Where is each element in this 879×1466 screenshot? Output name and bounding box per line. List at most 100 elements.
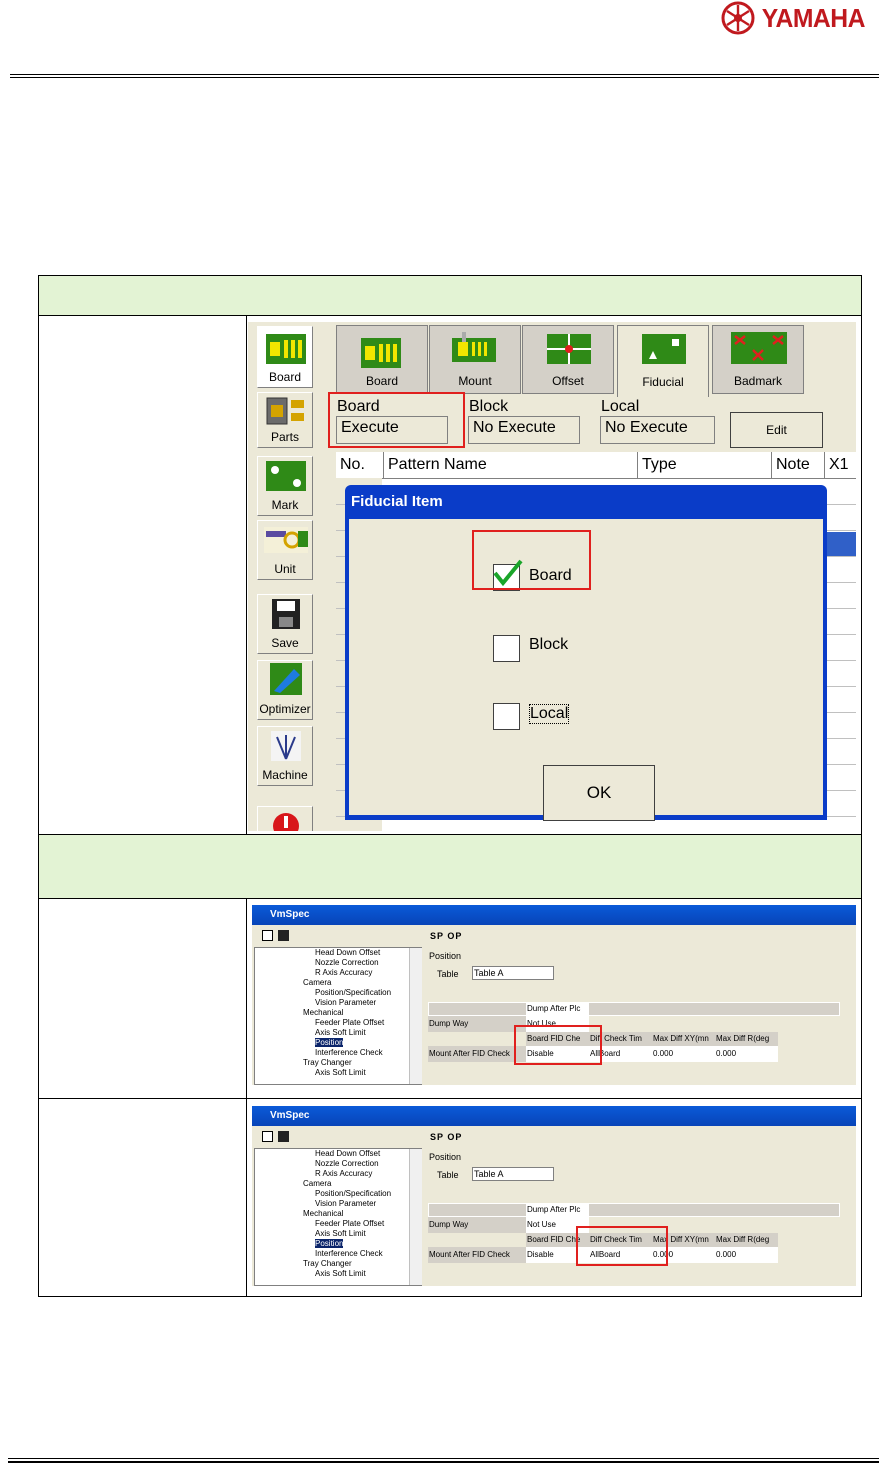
sidebar-optimizer-button[interactable]: Optimizer: [257, 660, 313, 720]
tab-badmark[interactable]: Badmark: [712, 325, 804, 394]
highlight-diff-check: [576, 1226, 668, 1266]
table-label: Table: [437, 1170, 459, 1180]
tree-item[interactable]: Feeder Plate Offset: [315, 1018, 384, 1027]
sidebar-label: Save: [271, 636, 299, 650]
new-file-icon[interactable]: [262, 1131, 273, 1142]
new-file-icon[interactable]: [262, 930, 273, 941]
max-diff-r-value[interactable]: 0.000: [715, 1247, 778, 1263]
tree-item[interactable]: R Axis Accuracy: [315, 968, 372, 977]
tree-item[interactable]: Mechanical: [303, 1209, 343, 1218]
tab-label: Offset: [552, 374, 584, 388]
table-label: Table: [437, 969, 459, 979]
tree-scrollbar[interactable]: [409, 948, 422, 1084]
tree-item-selected[interactable]: Position: [315, 1239, 344, 1248]
tree-item[interactable]: Tray Changer: [303, 1058, 352, 1067]
save-icon[interactable]: [278, 930, 289, 941]
tree-item[interactable]: Axis Soft Limit: [315, 1068, 366, 1077]
local-fid-label: Local: [601, 398, 640, 415]
local-checkbox-label: Local: [529, 704, 570, 724]
sidebar-machine-button[interactable]: Machine: [257, 726, 313, 786]
block-checkbox[interactable]: [493, 635, 520, 662]
tree-item[interactable]: Feeder Plate Offset: [315, 1219, 384, 1228]
sp-op-buttons[interactable]: SP OP: [430, 1126, 462, 1148]
tab-fiducial[interactable]: Fiducial: [617, 325, 709, 397]
table-select[interactable]: Table A: [472, 966, 554, 980]
dump-way-label: Dump Way: [428, 1217, 526, 1233]
save-icon[interactable]: [278, 1131, 289, 1142]
machine-icon: [271, 731, 301, 761]
sidebar-unit-button[interactable]: Unit: [257, 520, 313, 580]
block-checkbox-label: Block: [529, 636, 569, 653]
optimizer-icon: [270, 663, 302, 695]
vmspec-window-1: VmSpec SP OP Head Down Offset Nozzle Cor…: [252, 905, 856, 1085]
tree-item[interactable]: Nozzle Correction: [315, 958, 379, 967]
tree-item[interactable]: Position/Specification: [315, 988, 391, 997]
tree-item[interactable]: Axis Soft Limit: [315, 1229, 366, 1238]
tree-item[interactable]: Axis Soft Limit: [315, 1269, 366, 1278]
header-dump-after: Dump After Plc: [526, 1002, 589, 1016]
block-fid-value: No Execute: [468, 416, 580, 444]
sidebar-label: Mark: [271, 498, 299, 512]
header-rule: [10, 74, 879, 75]
header-max-diff-r: Max Diff R(deg: [715, 1032, 778, 1046]
highlight-board-field: [328, 392, 465, 448]
sidebar-parts-button[interactable]: Parts: [257, 392, 313, 448]
fiducial-settings-screenshot: Board Parts Mark Unit Save Optimizer Mac…: [248, 322, 856, 831]
tree-item[interactable]: Vision Parameter: [315, 998, 376, 1007]
sidebar-save-button[interactable]: Save: [257, 594, 313, 654]
header-dump-after: Dump After Plc: [526, 1203, 589, 1217]
tab-mount[interactable]: Mount: [429, 325, 521, 394]
brand-name: YAMAHA: [761, 2, 866, 33]
sidebar-label: Optimizer: [259, 702, 311, 716]
tree-item[interactable]: R Axis Accuracy: [315, 1169, 372, 1178]
local-checkbox[interactable]: [493, 703, 520, 730]
tree-item[interactable]: Tray Changer: [303, 1259, 352, 1268]
table-header-row-1: [39, 276, 861, 315]
settings-tree: Head Down Offset Nozzle Correction R Axi…: [254, 1148, 422, 1286]
tab-label: Board: [365, 374, 399, 388]
tree-item[interactable]: Position/Specification: [315, 1189, 391, 1198]
edit-button[interactable]: Edit: [730, 412, 823, 448]
settings-tree: Head Down Offset Nozzle Correction R Axi…: [254, 947, 422, 1085]
sidebar-label: Unit: [274, 562, 296, 576]
tree-scrollbar[interactable]: [409, 1149, 422, 1285]
mark-icon: [266, 461, 306, 491]
section-title: Position: [429, 951, 462, 961]
ok-button[interactable]: OK: [543, 765, 655, 821]
fiducial-icon: [642, 334, 686, 364]
tree-item[interactable]: Camera: [303, 1179, 331, 1188]
power-icon: [273, 813, 299, 831]
col-no: No.: [336, 452, 384, 478]
tree-item[interactable]: Vision Parameter: [315, 1199, 376, 1208]
sidebar-board-button[interactable]: Board: [257, 326, 313, 388]
offset-icon: [547, 334, 591, 364]
tree-item[interactable]: Interference Check: [315, 1048, 383, 1057]
tree-item[interactable]: Interference Check: [315, 1249, 383, 1258]
tree-item[interactable]: Head Down Offset: [315, 1149, 380, 1158]
tab-offset[interactable]: Offset: [522, 325, 614, 394]
tree-item[interactable]: Head Down Offset: [315, 948, 380, 957]
col-pattern-name: Pattern Name: [384, 452, 638, 478]
tree-item[interactable]: Mechanical: [303, 1008, 343, 1017]
sidebar-exit-button[interactable]: [257, 806, 313, 831]
sidebar-mark-button[interactable]: Mark: [257, 456, 313, 516]
table-header-row-2: [39, 835, 861, 898]
max-diff-xy-value[interactable]: 0.000: [652, 1046, 715, 1062]
highlight-board-fid-check: [514, 1025, 602, 1065]
tree-item[interactable]: Axis Soft Limit: [315, 1028, 366, 1037]
block-fid-label: Block: [469, 398, 509, 415]
position-panel: Position Table Table A Dump After Plc Du…: [428, 947, 856, 1085]
table-select[interactable]: Table A: [472, 1167, 554, 1181]
max-diff-r-value[interactable]: 0.000: [715, 1046, 778, 1062]
sp-op-buttons[interactable]: SP OP: [430, 925, 462, 947]
mount-icon: [452, 332, 496, 362]
tab-board[interactable]: Board: [336, 325, 428, 394]
tree-item[interactable]: Nozzle Correction: [315, 1159, 379, 1168]
tree-item-selected[interactable]: Position: [315, 1038, 344, 1047]
tree-item[interactable]: Camera: [303, 978, 331, 987]
yamaha-logo: YAMAHA: [721, 0, 879, 36]
col-note: Note: [772, 452, 825, 478]
header-max-diff-xy: Max Diff XY(mn: [652, 1032, 715, 1046]
header-max-diff-r: Max Diff R(deg: [715, 1233, 778, 1247]
tab-label: Fiducial: [642, 375, 684, 389]
